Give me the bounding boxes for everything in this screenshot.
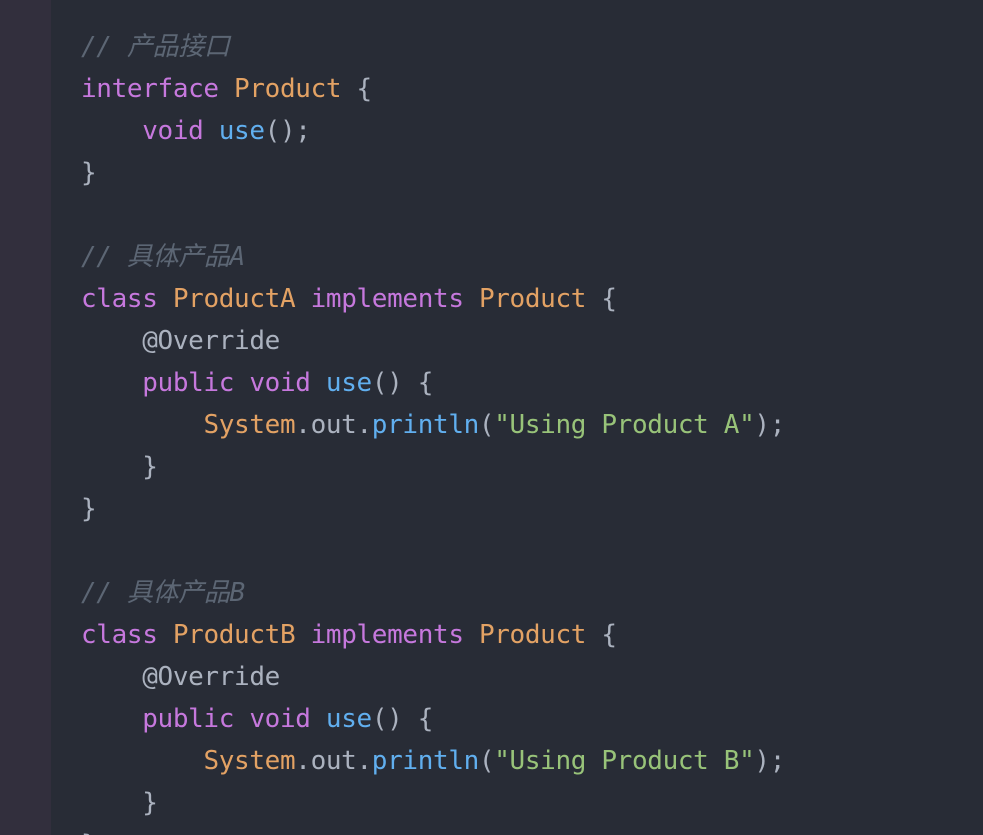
code-token-punc: .out. xyxy=(295,746,372,776)
code-token-type: System xyxy=(203,410,296,440)
code-line[interactable]: public void use() { xyxy=(81,362,981,404)
code-token-punc: } xyxy=(81,494,97,524)
code-token-kw: implements xyxy=(310,284,464,314)
code-line[interactable]: @Override xyxy=(81,320,981,362)
code-token-punc: ( xyxy=(478,410,495,440)
code-token-anno: @Override xyxy=(142,326,280,356)
code-token-anno: @Override xyxy=(142,662,280,692)
code-line[interactable]: class ProductA implements Product { xyxy=(81,278,981,320)
code-token-punc: () { xyxy=(371,704,434,734)
code-line[interactable]: } xyxy=(81,824,981,835)
code-token-kw: public xyxy=(142,368,235,398)
code-token-cmt: // 具体产品A xyxy=(81,242,245,272)
code-token-fn: println xyxy=(371,410,479,440)
code-token-punc: .out. xyxy=(295,410,372,440)
code-line[interactable]: void use(); xyxy=(81,110,981,152)
code-line[interactable]: } xyxy=(81,446,981,488)
code-line[interactable]: class ProductB implements Product { xyxy=(81,614,981,656)
code-token-punc: } xyxy=(81,158,97,188)
code-viewer: // 产品接口 interface Product { void use();} … xyxy=(0,0,983,835)
code-line[interactable]: @Override xyxy=(81,656,981,698)
code-token-kw: class xyxy=(81,620,158,650)
code-token-cmt: // 产品接口 xyxy=(81,32,230,62)
code-line[interactable]: // 产品接口 xyxy=(81,26,981,68)
code-line[interactable] xyxy=(81,194,981,236)
code-token-punc: } xyxy=(142,452,158,482)
code-token-kw: void xyxy=(142,116,204,146)
editor-gutter xyxy=(0,0,51,835)
code-line[interactable]: // 具体产品A xyxy=(81,236,981,278)
code-token-punc: { xyxy=(601,284,617,314)
code-token-punc: } xyxy=(142,788,158,818)
code-token-punc: { xyxy=(601,620,617,650)
code-token-punc: ); xyxy=(754,410,786,440)
code-token-kw: void xyxy=(249,368,311,398)
code-content-area[interactable]: // 产品接口 interface Product { void use();} … xyxy=(51,0,983,835)
code-token-punc: { xyxy=(356,74,372,104)
code-token-type: System xyxy=(203,746,296,776)
code-line[interactable]: System.out.println("Using Product B"); xyxy=(81,740,981,782)
code-token-kw: implements xyxy=(310,620,464,650)
code-token-type: Product xyxy=(234,74,342,104)
code-token-punc: } xyxy=(81,830,97,835)
code-token-fn: use xyxy=(325,368,372,398)
code-token-str: "Using Product B" xyxy=(494,746,755,776)
code-token-cmt: // 具体产品B xyxy=(81,578,245,608)
code-line[interactable]: } xyxy=(81,488,981,530)
code-token-punc: () { xyxy=(371,368,434,398)
code-token-kw: interface xyxy=(81,74,219,104)
code-line[interactable]: } xyxy=(81,782,981,824)
code-token-kw: public xyxy=(142,704,235,734)
code-token-str: "Using Product A" xyxy=(494,410,755,440)
code-line[interactable]: // 具体产品B xyxy=(81,572,981,614)
code-token-type: ProductA xyxy=(172,284,296,314)
code-token-kw: class xyxy=(81,284,158,314)
code-block[interactable]: // 产品接口 interface Product { void use();} … xyxy=(81,26,981,835)
code-token-type: Product xyxy=(478,620,587,650)
code-token-type: Product xyxy=(478,284,587,314)
code-token-fn: println xyxy=(371,746,479,776)
code-token-fn: use xyxy=(325,704,372,734)
code-token-kw: void xyxy=(249,704,311,734)
code-token-punc: ( xyxy=(478,746,495,776)
code-line[interactable] xyxy=(81,530,981,572)
code-token-type: ProductB xyxy=(172,620,296,650)
code-line[interactable]: } xyxy=(81,152,981,194)
code-line[interactable]: public void use() { xyxy=(81,698,981,740)
code-token-punc: ); xyxy=(754,746,786,776)
code-token-fn: use xyxy=(218,116,265,146)
code-line[interactable]: System.out.println("Using Product A"); xyxy=(81,404,981,446)
code-line[interactable]: interface Product { xyxy=(81,68,981,110)
code-token-punc: (); xyxy=(264,116,311,146)
